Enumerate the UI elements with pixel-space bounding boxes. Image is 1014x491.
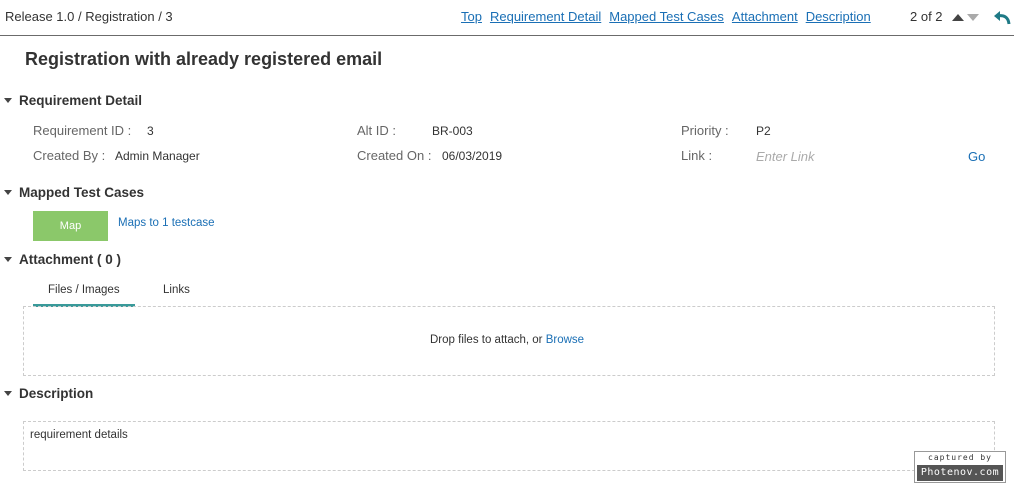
link-input[interactable] [756, 149, 936, 164]
description-section-toggle[interactable]: Description [4, 386, 93, 401]
nav-link-top[interactable]: Top [461, 9, 482, 24]
watermark-top-text: captured by [928, 453, 992, 462]
next-arrow-icon[interactable] [967, 14, 979, 21]
alt-id-label: Alt ID : [357, 123, 397, 138]
tab-files-images[interactable]: Files / Images [48, 284, 120, 296]
go-link[interactable]: Go [968, 149, 985, 164]
priority-label: Priority : [681, 123, 729, 138]
captured-by-watermark: captured by Photenov.com [914, 451, 1006, 483]
link-label: Link : [681, 148, 713, 163]
nav-link-requirement-detail[interactable]: Requirement Detail [490, 9, 601, 24]
nav-link-mapped-test-cases[interactable]: Mapped Test Cases [609, 9, 724, 24]
attachment-heading: Attachment ( 0 ) [19, 252, 122, 267]
alt-id-value: BR-003 [432, 124, 473, 138]
created-by-value: Admin Manager [115, 149, 200, 163]
tab-links[interactable]: Links [163, 284, 190, 296]
requirement-id-value: 3 [147, 124, 154, 138]
maps-to-testcase-link[interactable]: Maps to 1 testcase [118, 217, 215, 229]
top-bar: Release 1.0 / Registration / 3 Top Requir… [0, 0, 1014, 36]
requirement-detail-section-toggle[interactable]: Requirement Detail [4, 93, 142, 108]
caret-down-icon [4, 98, 12, 103]
caret-down-icon [4, 190, 12, 195]
map-button[interactable]: Map [33, 211, 108, 241]
browse-link[interactable]: Browse [546, 334, 584, 346]
watermark-bottom-text: Photenov.com [917, 465, 1003, 481]
mapped-test-cases-heading: Mapped Test Cases [19, 185, 145, 200]
drop-instruction: Drop files to attach, or [430, 334, 546, 346]
created-on-value: 06/03/2019 [442, 149, 503, 163]
previous-arrow-icon[interactable] [952, 14, 964, 21]
mapped-test-cases-section-toggle[interactable]: Mapped Test Cases [4, 185, 144, 200]
pager-count: 2 of 2 [910, 9, 943, 24]
created-on-label: Created On : [357, 148, 432, 163]
page-title: Registration with already registered ema… [25, 49, 383, 69]
back-arrow-icon[interactable] [992, 8, 1012, 26]
priority-value: P2 [756, 124, 771, 138]
description-heading: Description [19, 386, 94, 401]
breadcrumb: Release 1.0 / Registration / 3 [5, 9, 173, 24]
requirement-id-label: Requirement ID : [33, 123, 132, 138]
section-nav: Top Requirement Detail Mapped Test Cases At… [461, 9, 879, 24]
drop-zone-text: Drop files to attach, or Browse [430, 334, 584, 346]
nav-link-description[interactable]: Description [806, 9, 871, 24]
requirement-detail-heading: Requirement Detail [19, 93, 143, 108]
description-box[interactable]: requirement details [23, 421, 995, 471]
caret-down-icon [4, 257, 12, 262]
attachment-section-toggle[interactable]: Attachment ( 0 ) [4, 252, 121, 267]
caret-down-icon [4, 391, 12, 396]
description-text: requirement details [30, 429, 128, 441]
created-by-label: Created By : [33, 148, 106, 163]
nav-link-attachment[interactable]: Attachment [732, 9, 798, 24]
